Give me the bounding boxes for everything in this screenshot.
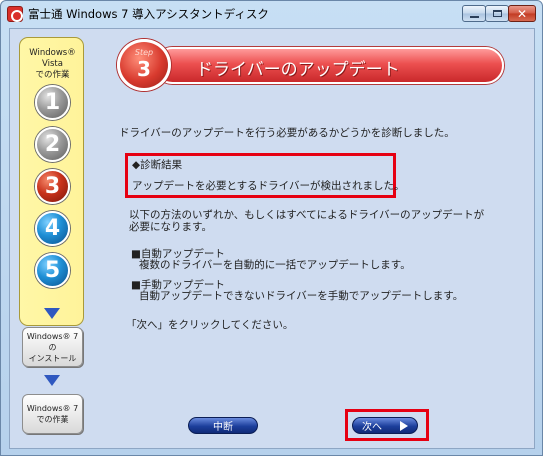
window-title: 富士通 Windows 7 導入アシスタントディスク <box>28 7 269 21</box>
step-rail: Windows® Vista での作業 1 2 3 4 5 <box>19 37 84 326</box>
intro-text: ドライバーのアップデートを行う必要があるかどうかを診断しました。 <box>119 127 455 139</box>
minimize-icon <box>469 15 479 18</box>
auto-update-desc: 複数のドライバーを自動的に一括でアップデートします。 <box>139 259 411 271</box>
step-3-circle-current: 3 <box>35 169 70 204</box>
content-pane <box>9 28 535 449</box>
install-box-line2: インストール <box>28 353 77 363</box>
work-box-line1: Windows® 7 <box>26 404 79 413</box>
step-2-circle: 2 <box>35 127 70 162</box>
step-badge-word: Step <box>134 48 154 57</box>
step-badge: Step 3 <box>117 39 171 91</box>
work-box-line2: での作業 <box>36 415 69 424</box>
install-box-line1: Windows® 7 の <box>26 331 79 352</box>
next-button[interactable]: 次へ <box>352 417 418 434</box>
cancel-button[interactable]: 中断 <box>188 417 258 434</box>
step-1-circle: 1 <box>35 85 70 120</box>
fujitsu-app-icon <box>7 6 23 22</box>
cancel-button-label: 中断 <box>213 422 233 433</box>
step-5-circle: 5 <box>35 253 70 288</box>
next-instruction: 「次へ」をクリックしてください。 <box>126 319 294 331</box>
close-icon: ✕ <box>516 6 528 21</box>
rail-title-line2: での作業 <box>35 70 70 80</box>
step-4-circle: 4 <box>35 211 70 246</box>
maximize-button[interactable] <box>485 5 509 22</box>
next-button-label: 次へ <box>362 422 382 433</box>
windows7-install-box: Windows® 7 の インストール <box>22 327 83 367</box>
windows7-work-box: Windows® 7 での作業 <box>22 394 83 434</box>
app-window: 富士通 Windows 7 導入アシスタントディスク ✕ Windows® Vi… <box>0 0 543 456</box>
rail-title: Windows® Vista での作業 <box>20 48 85 81</box>
step-badge-number: 3 <box>137 57 151 81</box>
close-button[interactable]: ✕ <box>508 5 536 22</box>
arrow-down-icon <box>44 308 60 319</box>
result-text: アップデートを必要とするドライバーが検出されました。 <box>132 180 405 192</box>
step-header: ドライバーのアップデート Step 3 <box>117 39 507 91</box>
maximize-icon <box>492 10 502 17</box>
step-title: ドライバーのアップデート <box>196 60 400 80</box>
play-arrow-icon <box>400 420 408 431</box>
rail-title-line1: Windows® Vista <box>29 48 76 69</box>
title-bar: 富士通 Windows 7 導入アシスタントディスク ✕ <box>1 1 542 27</box>
minimize-button[interactable] <box>462 5 486 22</box>
arrow-down-icon <box>44 375 60 386</box>
result-heading: ◆診断結果 <box>132 159 183 171</box>
method-text-line2: 必要になります。 <box>129 221 212 233</box>
manual-update-desc: 自動アップデートできないドライバーを手動でアップデートします。 <box>139 290 464 302</box>
step-banner: ドライバーのアップデート <box>154 47 504 84</box>
